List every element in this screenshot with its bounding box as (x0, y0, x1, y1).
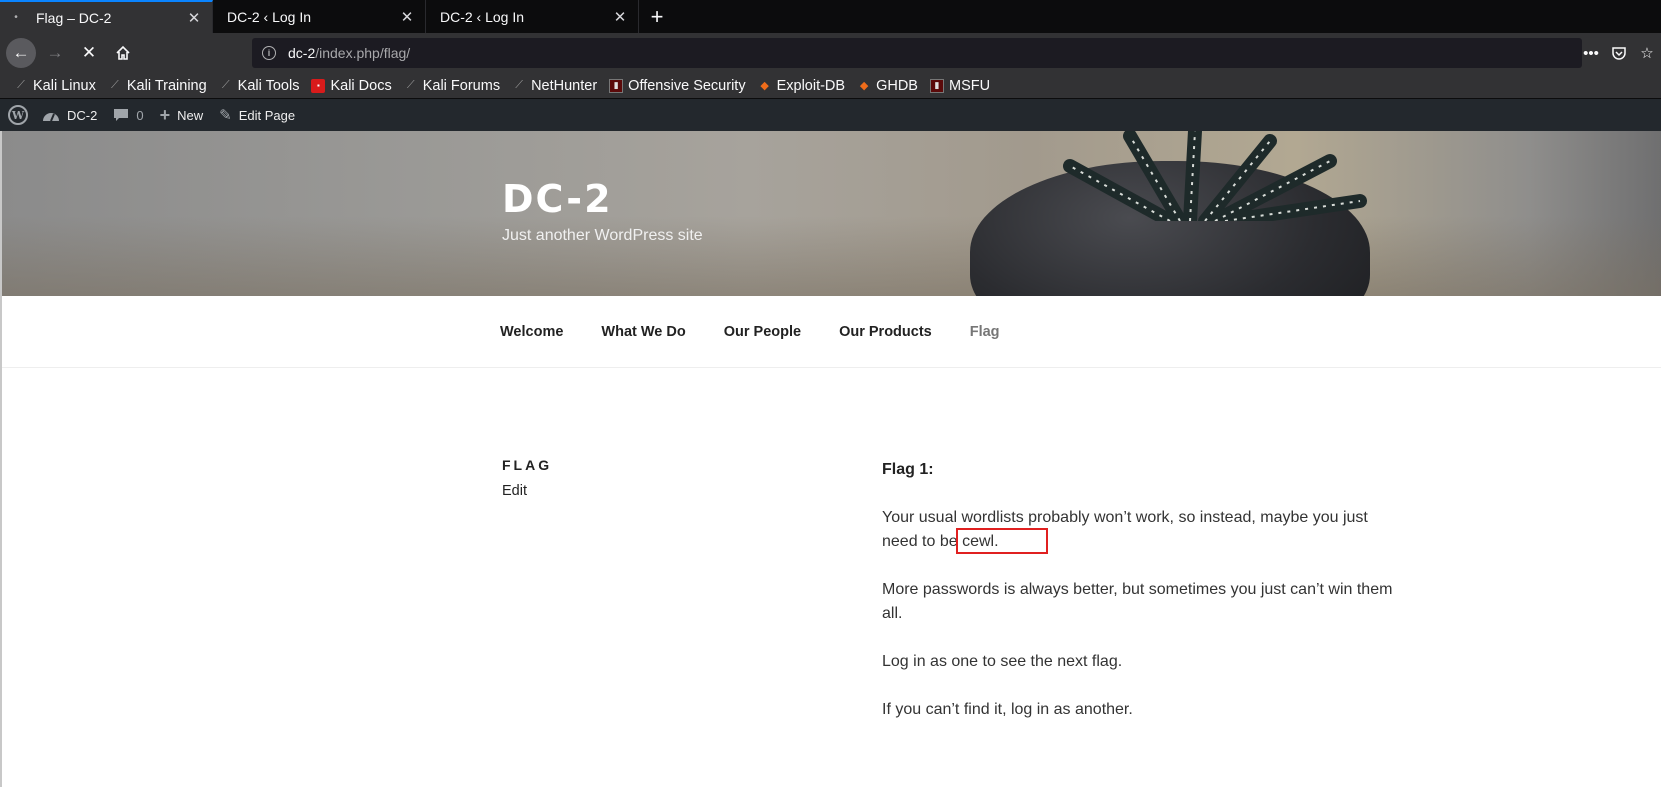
kali-icon: ⟋ (515, 79, 523, 91)
plus-icon: + (159, 104, 171, 125)
entry-content: Flag 1: Your usual wordlists probably wo… (882, 458, 1402, 746)
page-actions-button[interactable]: ••• (1577, 39, 1605, 67)
wp-admin-bar: W DC-2 0 + New ✎ Edit Page (0, 99, 1661, 131)
bookmark-kali-docs[interactable]: ▪ Kali Docs (311, 77, 392, 94)
succulent-plant-image (1063, 131, 1367, 221)
navigation-toolbar: ← → ✕ i dc-2/index.php/flag/ ••• ☆ (0, 33, 1661, 73)
site-info-icon[interactable]: i (262, 46, 276, 60)
home-button[interactable] (108, 38, 138, 68)
paragraph-2: More passwords is always better, but som… (882, 581, 1393, 622)
bookmark-kali-tools[interactable]: ⟋ Kali Tools (219, 78, 300, 94)
new-label: New (177, 107, 204, 123)
tab-login-2[interactable]: DC-2 ‹ Log In ✕ (426, 0, 639, 33)
new-tab-button[interactable]: + (639, 0, 675, 33)
bookmark-label: Offensive Security (628, 77, 746, 94)
exploit-db-icon: ◆ (859, 80, 869, 92)
stop-icon: ✕ (81, 43, 97, 62)
bookmark-star-button[interactable]: ☆ (1633, 39, 1661, 67)
site-description: Just another WordPress site (502, 227, 703, 244)
back-button[interactable]: ← (6, 38, 36, 68)
pocket-icon (1612, 47, 1626, 60)
window-edge (0, 131, 2, 787)
bookmark-offensive-security[interactable]: ▮ Offensive Security (609, 77, 746, 94)
plus-icon: + (650, 3, 664, 29)
menu-item-our-people[interactable]: Our People (724, 324, 801, 340)
bookmark-label: GHDB (876, 77, 918, 94)
forward-button[interactable]: → (40, 38, 70, 68)
tab-title: DC-2 ‹ Log In (227, 8, 312, 25)
menu-item-what-we-do[interactable]: What We Do (601, 324, 685, 340)
exploit-db-icon: ◆ (760, 80, 769, 92)
bookmarks-toolbar: ⟋ Kali Linux ⟋ Kali Training ⟋ Kali Tools ▪… (0, 73, 1661, 99)
edit-link[interactable]: Edit (502, 483, 527, 499)
bookmark-label: Kali Training (126, 77, 207, 94)
close-tab-icon[interactable]: ✕ (186, 10, 202, 27)
kali-icon: ⟋ (17, 79, 25, 91)
bookmark-kali-training[interactable]: ⟋ Kali Training (108, 78, 207, 94)
arrow-right-icon: → (46, 43, 64, 62)
more-icon: ••• (1583, 44, 1599, 62)
bookmark-msfu[interactable]: ▮ MSFU (929, 77, 991, 94)
menu-item-our-products[interactable]: Our Products (839, 324, 932, 340)
close-tab-icon[interactable]: ✕ (399, 9, 415, 26)
tab-bar: • Flag – DC-2 ✕ DC-2 ‹ Log In ✕ DC-2 ‹ L… (0, 0, 1661, 33)
bookmark-kali-linux[interactable]: ⟋ Kali Linux (14, 78, 96, 94)
admin-site-name: DC-2 (67, 107, 98, 123)
edit-page-label: Edit Page (238, 107, 296, 123)
paragraph-4: If you can’t find it, log in as another. (882, 701, 1133, 718)
admin-edit-page-link[interactable]: ✎ Edit Page (219, 106, 295, 124)
comments-count: 0 (136, 107, 144, 123)
site-header-image: DC-2 Just another WordPress site (0, 131, 1661, 296)
menu-item-welcome[interactable]: Welcome (500, 324, 563, 340)
bookmark-label: Kali Forums (422, 77, 501, 94)
bookmark-label: Kali Docs (330, 77, 392, 94)
menu-item-flag[interactable]: Flag (970, 324, 1000, 340)
bookmark-label: Exploit-DB (776, 77, 846, 94)
primary-menu: Welcome What We Do Our People Our Produc… (0, 296, 1661, 368)
star-icon: ☆ (1640, 45, 1654, 62)
admin-site-link[interactable]: DC-2 (42, 108, 97, 123)
admin-comments-link[interactable]: 0 (113, 107, 144, 123)
arrow-left-icon: ← (12, 43, 30, 62)
wordpress-logo-icon[interactable]: W (8, 105, 28, 125)
stop-button[interactable]: ✕ (74, 38, 104, 68)
bookmark-label: Kali Tools (237, 77, 300, 94)
offsec-icon: ▮ (929, 78, 944, 93)
kali-icon: ⟋ (111, 79, 119, 91)
kali-icon: ⟋ (406, 79, 415, 91)
tab-flag[interactable]: • Flag – DC-2 ✕ (0, 0, 213, 33)
site-title[interactable]: DC-2 (502, 177, 613, 221)
bookmark-nethunter[interactable]: ⟋ NetHunter (512, 78, 597, 94)
tab-title: Flag – DC-2 (36, 9, 112, 26)
pocket-button[interactable] (1605, 39, 1633, 67)
dashboard-gauge-icon (42, 108, 60, 122)
offsec-icon: ▮ (609, 78, 624, 93)
kali-docs-icon: ▪ (311, 78, 326, 93)
paragraph-3: Log in as one to see the next flag. (882, 653, 1123, 670)
header-blur (0, 216, 1661, 296)
bookmark-label: MSFU (948, 77, 991, 94)
close-tab-icon[interactable]: ✕ (612, 9, 628, 26)
url-host: dc-2 (288, 45, 316, 61)
page-title: FLAG (502, 457, 553, 473)
kali-icon: ⟋ (221, 79, 230, 91)
tab-login-1[interactable]: DC-2 ‹ Log In ✕ (213, 0, 426, 33)
bookmark-label: Kali Linux (33, 77, 96, 94)
flag-title: Flag 1: (882, 461, 934, 478)
bookmark-ghdb[interactable]: ◆ GHDB (857, 78, 918, 94)
bookmark-exploit-db[interactable]: ◆ Exploit-DB (758, 77, 846, 94)
highlight-box (956, 528, 1048, 554)
pencil-icon: ✎ (219, 107, 232, 124)
admin-new-link[interactable]: + New (160, 105, 204, 126)
home-icon (116, 45, 130, 60)
bookmark-kali-forums[interactable]: ⟋ Kali Forums (404, 78, 500, 94)
url-bar[interactable]: i dc-2/index.php/flag/ (252, 38, 1582, 68)
tab-title: DC-2 ‹ Log In (440, 8, 525, 25)
comment-bubble-icon (113, 108, 129, 122)
toolbar-actions: ••• ☆ (1577, 33, 1661, 73)
tab-favicon-icon: • (14, 12, 18, 23)
url-path: /index.php/flag/ (315, 45, 411, 61)
bookmark-label: NetHunter (531, 77, 598, 94)
